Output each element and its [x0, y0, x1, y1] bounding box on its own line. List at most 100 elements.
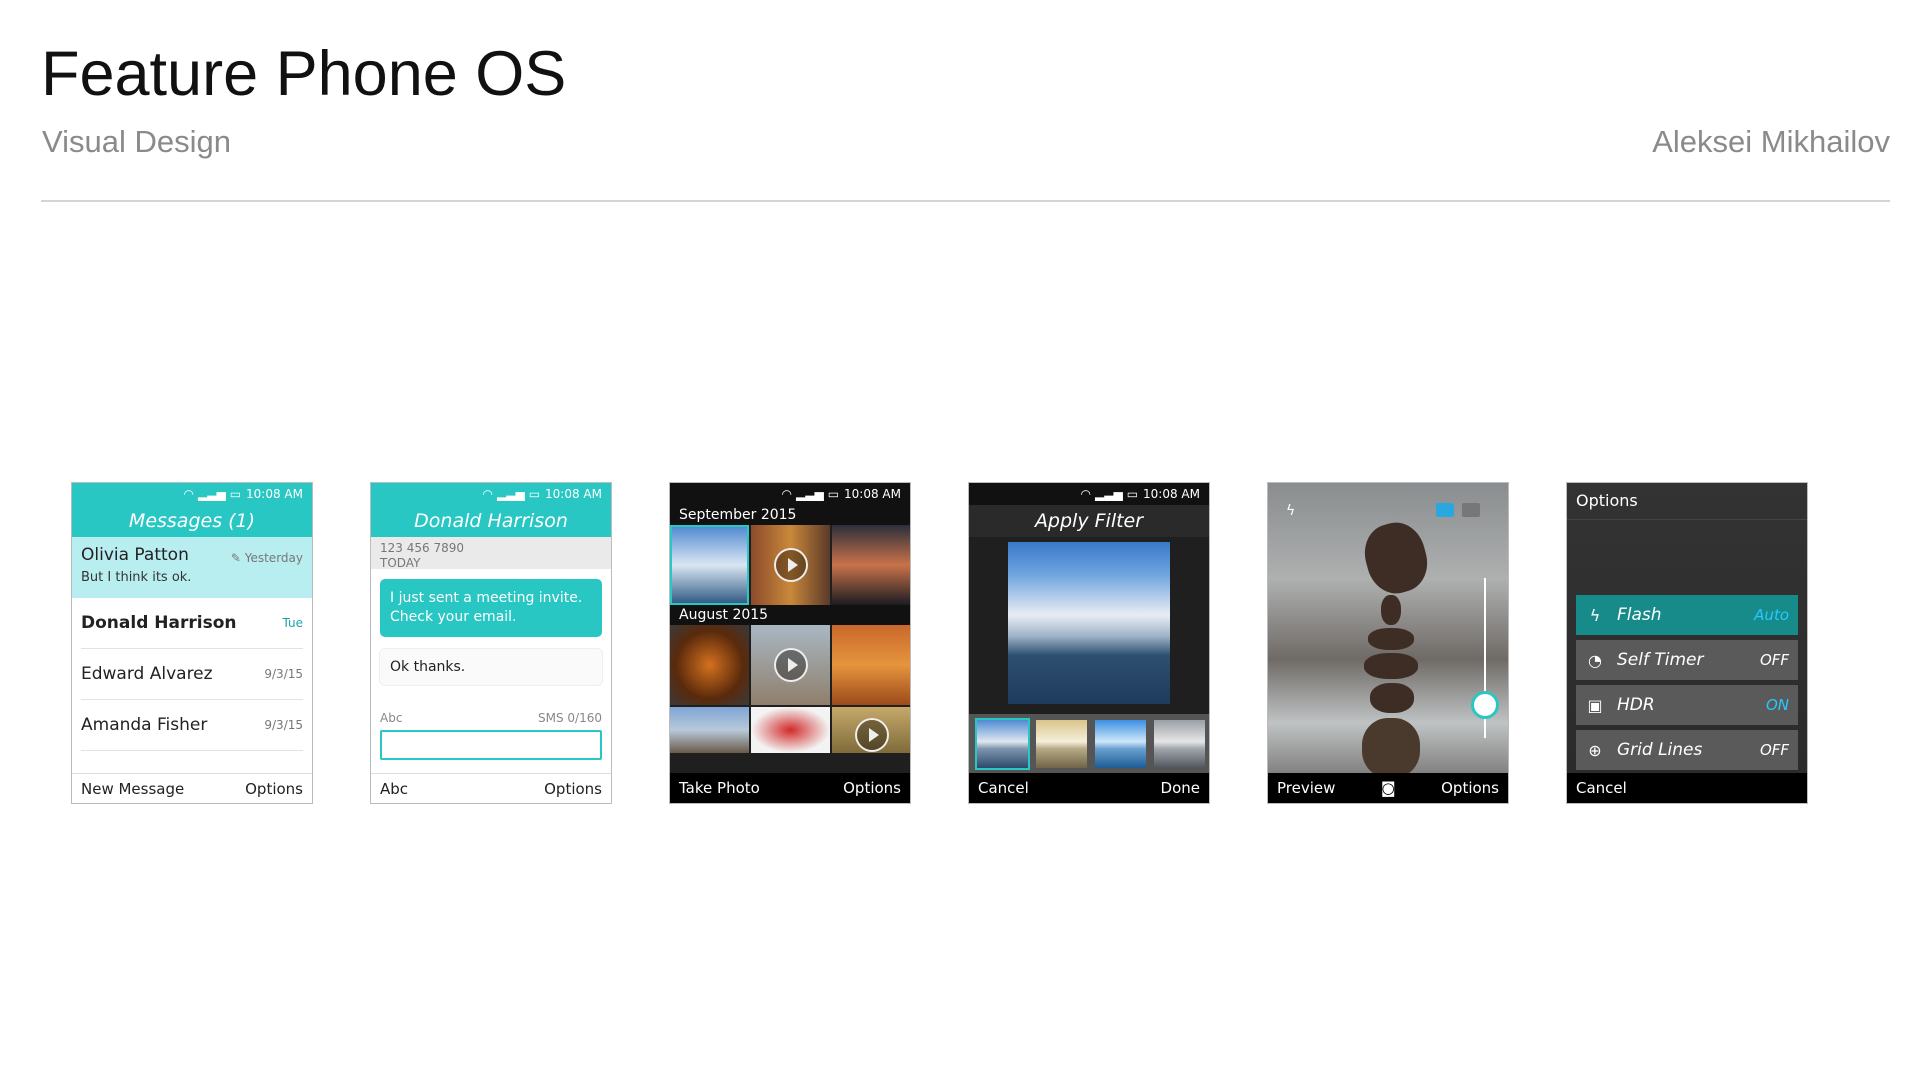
softkey-bar: Preview ◙ Options	[1268, 773, 1508, 803]
flash-icon: ϟ	[1589, 605, 1601, 625]
divider	[41, 200, 1890, 202]
messages-screen: ◠ ▂▃▅ ▭ 10:08 AM Messages (1) Olivia Pat…	[72, 483, 312, 803]
viewfinder-subject	[1356, 503, 1435, 778]
contact-meta: 123 456 7890 TODAY	[371, 537, 611, 570]
photo-tile[interactable]	[751, 707, 830, 753]
softkey-bar: Cancel Done	[969, 773, 1209, 803]
filter-screen: ◠ ▂▃▅ ▭ 10:08 AM Apply Filter Cancel Don…	[969, 483, 1209, 803]
input-mode: Abc	[380, 711, 403, 725]
sms-counter: SMS 0/160	[538, 711, 602, 725]
softkey-preview[interactable]: Preview	[1277, 779, 1335, 797]
thread-date: ✎ Yesterday	[230, 551, 303, 565]
message-thread[interactable]: Edward Alvarez 9/3/15	[81, 649, 303, 700]
thread-date: 9/3/15	[264, 667, 303, 681]
softkey-done[interactable]: Done	[1161, 779, 1200, 797]
slide-title: Feature Phone OS	[41, 39, 567, 109]
hdr-icon: ▣	[1587, 695, 1603, 715]
status-time: 10:08 AM	[844, 487, 901, 501]
play-icon	[775, 650, 806, 680]
video-tile[interactable]	[751, 525, 830, 605]
camera-screen: ϟ Preview ◙ Options	[1268, 483, 1508, 803]
softkey-take-photo[interactable]: Take Photo	[679, 779, 760, 797]
filter-header: Apply Filter	[969, 505, 1209, 537]
grid-icon: ⊕	[1588, 740, 1602, 760]
thread-name: Amanda Fisher	[81, 715, 208, 735]
status-bar: ◠ ▂▃▅ ▭ 10:08 AM	[371, 483, 611, 505]
zoom-slider-knob[interactable]	[1471, 691, 1499, 719]
option-label: Flash	[1617, 605, 1662, 625]
photo-grid	[670, 525, 910, 605]
thread-name: Edward Alvarez	[81, 664, 213, 684]
option-value: OFF	[1759, 651, 1789, 669]
wifi-icon: ◠	[1080, 487, 1091, 501]
photo-tile[interactable]	[832, 525, 910, 605]
softkey-bar: Cancel	[1567, 773, 1807, 803]
message-input[interactable]	[380, 730, 602, 760]
message-thread[interactable]: Olivia Patton ✎ Yesterday But I think it…	[72, 537, 312, 598]
softkey-bar: New Message Options	[72, 773, 312, 803]
option-value: ON	[1765, 696, 1789, 714]
slide-author: Aleksei Mikhailov	[1652, 124, 1890, 159]
play-icon	[775, 550, 806, 580]
photo-tile[interactable]	[670, 525, 749, 605]
battery-icon: ▭	[1126, 487, 1139, 501]
softkey-input-mode[interactable]: Abc	[380, 780, 408, 798]
message-thread[interactable]: Donald Harrison Tue	[81, 598, 303, 649]
composer: Abc SMS 0/160	[380, 711, 602, 760]
status-icons: ◠ ▂▃▅ ▭	[782, 487, 840, 501]
message-thread[interactable]: Amanda Fisher 9/3/15	[81, 700, 303, 751]
filter-strip	[969, 714, 1209, 774]
signal-icon: ▂▃▅	[198, 487, 226, 501]
option-hdr[interactable]: ▣ HDR ON	[1576, 685, 1798, 725]
photo-mode-icon[interactable]	[1436, 503, 1454, 517]
softkey-new-message[interactable]: New Message	[81, 780, 184, 798]
signal-icon: ▂▃▅	[497, 487, 525, 501]
softkey-cancel[interactable]: Cancel	[978, 779, 1029, 797]
option-grid-lines[interactable]: ⊕ Grid Lines OFF	[1576, 730, 1798, 770]
options-list: ϟ Flash Auto ◔ Self Timer OFF ▣ HDR ON ⊕…	[1576, 595, 1798, 775]
status-time: 10:08 AM	[1143, 487, 1200, 501]
option-label: HDR	[1617, 695, 1655, 715]
day-label: TODAY	[380, 556, 421, 570]
photo-tile[interactable]	[670, 625, 749, 705]
slide-subtitle: Visual Design	[42, 124, 231, 159]
photo-tile[interactable]	[832, 625, 910, 705]
softkey-options[interactable]: Options	[245, 780, 303, 798]
photo-tile[interactable]	[670, 707, 749, 753]
softkey-cancel[interactable]: Cancel	[1576, 779, 1627, 797]
filter-thumb[interactable]	[1095, 720, 1146, 768]
option-flash[interactable]: ϟ Flash Auto	[1576, 595, 1798, 635]
contact-number: 123 456 7890	[380, 541, 464, 555]
thread-date: 9/3/15	[264, 718, 303, 732]
video-tile[interactable]	[751, 625, 830, 705]
softkey-options[interactable]: Options	[843, 779, 901, 797]
status-time: 10:08 AM	[545, 487, 602, 501]
status-icons: ◠ ▂▃▅ ▭	[1081, 487, 1139, 501]
softkey-options[interactable]: Options	[544, 780, 602, 798]
gallery-screen: ◠ ▂▃▅ ▭ 10:08 AM September 2015 August 2…	[670, 483, 910, 803]
battery-icon: ▭	[528, 487, 541, 501]
softkey-options[interactable]: Options	[1441, 779, 1499, 797]
pencil-icon: ✎	[230, 551, 245, 565]
section-label: September 2015	[670, 505, 910, 525]
option-value: Auto	[1754, 606, 1789, 624]
signal-icon: ▂▃▅	[796, 487, 824, 501]
wifi-icon: ◠	[781, 487, 792, 501]
camera-shutter-icon[interactable]: ◙	[1381, 779, 1396, 797]
thread-preview: But I think its ok.	[81, 570, 192, 585]
thread-name: Olivia Patton	[81, 545, 189, 565]
filter-preview-image	[1008, 542, 1170, 704]
filter-thumb[interactable]	[977, 720, 1028, 768]
camera-options-screen: Options ϟ Flash Auto ◔ Self Timer OFF ▣ …	[1567, 483, 1807, 803]
softkey-bar: Take Photo Options	[670, 773, 910, 803]
filter-thumb[interactable]	[1036, 720, 1087, 768]
option-self-timer[interactable]: ◔ Self Timer OFF	[1576, 640, 1798, 680]
photo-grid	[670, 625, 910, 753]
thread-name: Donald Harrison	[81, 613, 237, 633]
filter-thumb[interactable]	[1154, 720, 1205, 768]
timer-icon: ◔	[1588, 650, 1602, 670]
status-time: 10:08 AM	[246, 487, 303, 501]
flash-icon[interactable]: ϟ	[1286, 503, 1295, 519]
video-tile[interactable]	[832, 707, 910, 753]
video-mode-icon[interactable]	[1462, 503, 1480, 517]
